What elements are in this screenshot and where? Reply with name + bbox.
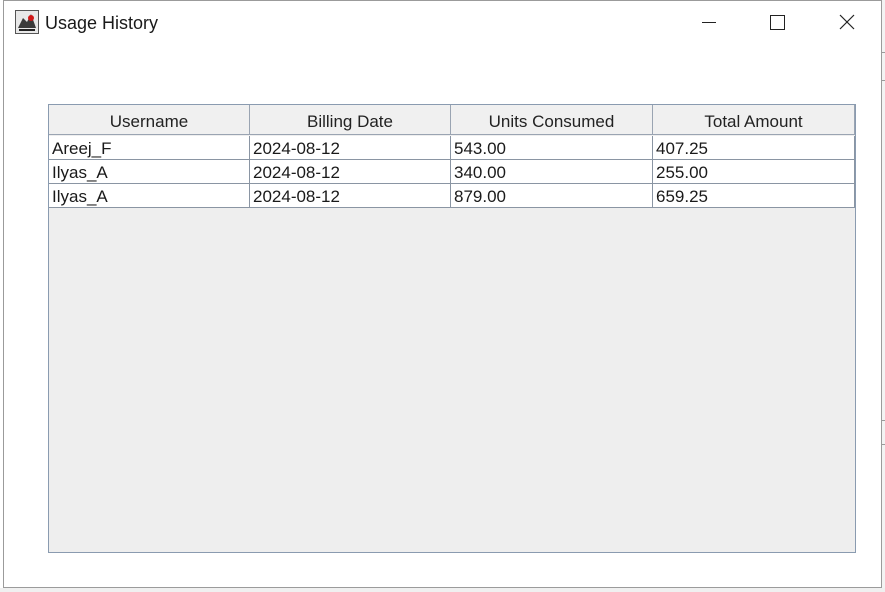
maximize-icon — [770, 15, 785, 30]
table-row[interactable]: Areej_F 2024-08-12 543.00 407.25 — [49, 136, 855, 160]
maximize-button[interactable] — [754, 1, 800, 43]
cell-username[interactable]: Areej_F — [49, 136, 250, 160]
table-body: Areej_F 2024-08-12 543.00 407.25 Ilyas_A… — [49, 136, 855, 208]
cell-total-amount[interactable]: 407.25 — [653, 136, 855, 160]
column-header-billing-date[interactable]: Billing Date — [250, 105, 451, 135]
cell-units-consumed[interactable]: 340.00 — [451, 160, 653, 184]
cell-billing-date[interactable]: 2024-08-12 — [250, 184, 451, 208]
java-app-icon — [15, 10, 39, 34]
minimize-icon — [702, 22, 716, 23]
cell-billing-date[interactable]: 2024-08-12 — [250, 136, 451, 160]
column-header-username[interactable]: Username — [49, 105, 250, 135]
cell-total-amount[interactable]: 255.00 — [653, 160, 855, 184]
usage-table-scroll-pane[interactable]: Username Billing Date Units Consumed Tot… — [48, 104, 856, 553]
cell-username[interactable]: Ilyas_A — [49, 184, 250, 208]
cell-units-consumed[interactable]: 543.00 — [451, 136, 653, 160]
table-row[interactable]: Ilyas_A 2024-08-12 340.00 255.00 — [49, 160, 855, 184]
cell-billing-date[interactable]: 2024-08-12 — [250, 160, 451, 184]
close-icon — [839, 14, 855, 30]
title-bar[interactable]: Usage History — [4, 1, 881, 43]
cell-username[interactable]: Ilyas_A — [49, 160, 250, 184]
window-title: Usage History — [45, 13, 159, 33]
table-row[interactable]: Ilyas_A 2024-08-12 879.00 659.25 — [49, 184, 855, 208]
column-header-total-amount[interactable]: Total Amount — [653, 105, 855, 135]
table-header: Username Billing Date Units Consumed Tot… — [49, 105, 855, 135]
background-taskbar-edge — [0, 588, 885, 592]
usage-history-window: Usage History Username Billing Date Unit… — [3, 0, 882, 588]
close-button[interactable] — [824, 1, 870, 43]
minimize-button[interactable] — [686, 1, 732, 43]
cell-total-amount[interactable]: 659.25 — [653, 184, 855, 208]
column-header-units-consumed[interactable]: Units Consumed — [451, 105, 653, 135]
cell-units-consumed[interactable]: 879.00 — [451, 184, 653, 208]
